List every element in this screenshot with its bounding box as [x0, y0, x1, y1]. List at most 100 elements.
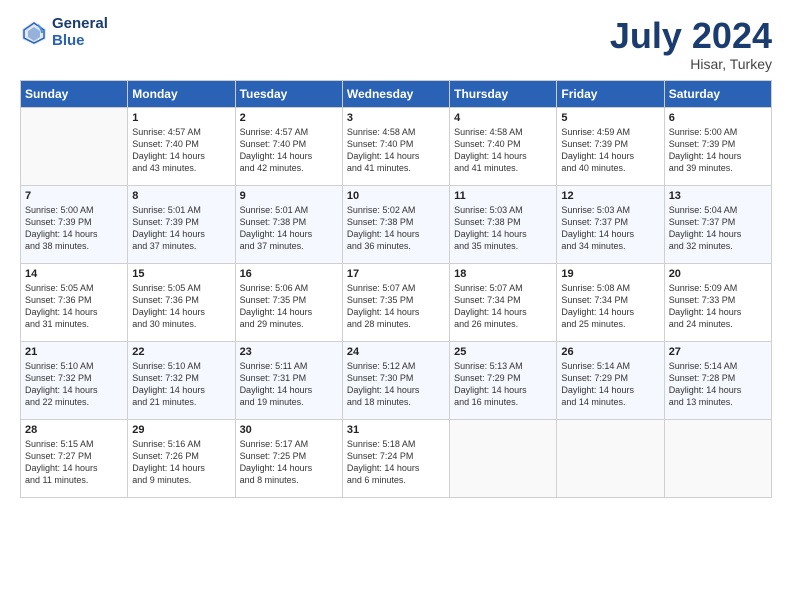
cell-content: Sunrise: 5:09 AM Sunset: 7:33 PM Dayligh… — [669, 282, 767, 331]
day-number: 12 — [561, 190, 659, 202]
header-day-friday: Friday — [557, 80, 664, 107]
day-number: 22 — [132, 346, 230, 358]
logo: General Blue — [20, 16, 108, 49]
day-number: 25 — [454, 346, 552, 358]
cell-content: Sunrise: 5:02 AM Sunset: 7:38 PM Dayligh… — [347, 204, 445, 253]
calendar-cell: 4 Sunrise: 4:58 AM Sunset: 7:40 PM Daylig… — [450, 107, 557, 185]
day-number: 29 — [132, 424, 230, 436]
day-number: 8 — [132, 190, 230, 202]
calendar-cell — [450, 419, 557, 497]
calendar-week-row: 21 Sunrise: 5:10 AM Sunset: 7:32 PM Dayli… — [21, 341, 772, 419]
day-number: 13 — [669, 190, 767, 202]
logo-icon — [20, 19, 48, 47]
calendar-cell: 21 Sunrise: 5:10 AM Sunset: 7:32 PM Dayli… — [21, 341, 128, 419]
cell-content: Sunrise: 5:18 AM Sunset: 7:24 PM Dayligh… — [347, 438, 445, 487]
calendar-cell: 10 Sunrise: 5:02 AM Sunset: 7:38 PM Dayli… — [342, 185, 449, 263]
header-day-wednesday: Wednesday — [342, 80, 449, 107]
day-number: 7 — [25, 190, 123, 202]
day-number: 5 — [561, 112, 659, 124]
day-number: 23 — [240, 346, 338, 358]
calendar-cell: 27 Sunrise: 5:14 AM Sunset: 7:28 PM Dayli… — [664, 341, 771, 419]
cell-content: Sunrise: 4:58 AM Sunset: 7:40 PM Dayligh… — [454, 126, 552, 175]
cell-content: Sunrise: 5:05 AM Sunset: 7:36 PM Dayligh… — [132, 282, 230, 331]
calendar-cell: 14Sunrise: 5:05 AM Sunset: 7:36 PM Dayli… — [21, 263, 128, 341]
cell-content: Sunrise: 4:57 AM Sunset: 7:40 PM Dayligh… — [240, 126, 338, 175]
calendar-cell: 6Sunrise: 5:00 AM Sunset: 7:39 PM Daylig… — [664, 107, 771, 185]
calendar-cell: 1Sunrise: 4:57 AM Sunset: 7:40 PM Daylig… — [128, 107, 235, 185]
calendar-week-row: 7 Sunrise: 5:00 AM Sunset: 7:39 PM Daylig… — [21, 185, 772, 263]
calendar-table: SundayMondayTuesdayWednesdayThursdayFrid… — [20, 80, 772, 498]
day-number: 24 — [347, 346, 445, 358]
calendar-week-row: 1Sunrise: 4:57 AM Sunset: 7:40 PM Daylig… — [21, 107, 772, 185]
cell-content: Sunrise: 5:00 AM Sunset: 7:39 PM Dayligh… — [25, 204, 123, 253]
day-number: 15 — [132, 268, 230, 280]
day-number: 14 — [25, 268, 123, 280]
calendar-cell: 16 Sunrise: 5:06 AM Sunset: 7:35 PM Dayli… — [235, 263, 342, 341]
calendar-cell: 9 Sunrise: 5:01 AM Sunset: 7:38 PM Daylig… — [235, 185, 342, 263]
cell-content: Sunrise: 5:03 AM Sunset: 7:38 PM Dayligh… — [454, 204, 552, 253]
calendar-cell — [664, 419, 771, 497]
calendar-cell: 22 Sunrise: 5:10 AM Sunset: 7:32 PM Dayli… — [128, 341, 235, 419]
cell-content: Sunrise: 5:01 AM Sunset: 7:38 PM Dayligh… — [240, 204, 338, 253]
day-number: 4 — [454, 112, 552, 124]
calendar-cell: 2Sunrise: 4:57 AM Sunset: 7:40 PM Daylig… — [235, 107, 342, 185]
cell-content: Sunrise: 5:10 AM Sunset: 7:32 PM Dayligh… — [132, 360, 230, 409]
calendar-cell: 30 Sunrise: 5:17 AM Sunset: 7:25 PM Dayli… — [235, 419, 342, 497]
calendar-cell: 29 Sunrise: 5:16 AM Sunset: 7:26 PM Dayli… — [128, 419, 235, 497]
day-number: 18 — [454, 268, 552, 280]
title-block: July 2024 Hisar, Turkey — [610, 16, 772, 72]
calendar-cell: 25 Sunrise: 5:13 AM Sunset: 7:29 PM Dayli… — [450, 341, 557, 419]
cell-content: Sunrise: 5:08 AM Sunset: 7:34 PM Dayligh… — [561, 282, 659, 331]
header: General Blue July 2024 Hisar, Turkey — [20, 16, 772, 72]
cell-content: Sunrise: 5:03 AM Sunset: 7:37 PM Dayligh… — [561, 204, 659, 253]
calendar-cell: 3 Sunrise: 4:58 AM Sunset: 7:40 PM Daylig… — [342, 107, 449, 185]
day-number: 21 — [25, 346, 123, 358]
day-number: 11 — [454, 190, 552, 202]
cell-content: Sunrise: 5:16 AM Sunset: 7:26 PM Dayligh… — [132, 438, 230, 487]
header-day-thursday: Thursday — [450, 80, 557, 107]
header-day-tuesday: Tuesday — [235, 80, 342, 107]
calendar-cell — [557, 419, 664, 497]
cell-content: Sunrise: 4:58 AM Sunset: 7:40 PM Dayligh… — [347, 126, 445, 175]
day-number: 3 — [347, 112, 445, 124]
day-number: 31 — [347, 424, 445, 436]
header-day-monday: Monday — [128, 80, 235, 107]
calendar-cell: 12 Sunrise: 5:03 AM Sunset: 7:37 PM Dayli… — [557, 185, 664, 263]
day-number: 27 — [669, 346, 767, 358]
day-number: 20 — [669, 268, 767, 280]
day-number: 10 — [347, 190, 445, 202]
cell-content: Sunrise: 5:06 AM Sunset: 7:35 PM Dayligh… — [240, 282, 338, 331]
day-number: 28 — [25, 424, 123, 436]
calendar-cell: 8Sunrise: 5:01 AM Sunset: 7:39 PM Daylig… — [128, 185, 235, 263]
cell-content: Sunrise: 5:07 AM Sunset: 7:34 PM Dayligh… — [454, 282, 552, 331]
cell-content: Sunrise: 5:17 AM Sunset: 7:25 PM Dayligh… — [240, 438, 338, 487]
cell-content: Sunrise: 5:14 AM Sunset: 7:29 PM Dayligh… — [561, 360, 659, 409]
calendar-cell: 20 Sunrise: 5:09 AM Sunset: 7:33 PM Dayli… — [664, 263, 771, 341]
header-day-sunday: Sunday — [21, 80, 128, 107]
calendar-cell: 26 Sunrise: 5:14 AM Sunset: 7:29 PM Dayli… — [557, 341, 664, 419]
cell-content: Sunrise: 5:14 AM Sunset: 7:28 PM Dayligh… — [669, 360, 767, 409]
cell-content: Sunrise: 5:15 AM Sunset: 7:27 PM Dayligh… — [25, 438, 123, 487]
logo-text: General Blue — [52, 16, 108, 49]
cell-content: Sunrise: 4:57 AM Sunset: 7:40 PM Dayligh… — [132, 126, 230, 175]
location-subtitle: Hisar, Turkey — [610, 56, 772, 72]
cell-content: Sunrise: 5:00 AM Sunset: 7:39 PM Dayligh… — [669, 126, 767, 175]
calendar-cell: 17Sunrise: 5:07 AM Sunset: 7:35 PM Dayli… — [342, 263, 449, 341]
cell-content: Sunrise: 5:13 AM Sunset: 7:29 PM Dayligh… — [454, 360, 552, 409]
day-number: 16 — [240, 268, 338, 280]
cell-content: Sunrise: 5:11 AM Sunset: 7:31 PM Dayligh… — [240, 360, 338, 409]
cell-content: Sunrise: 5:07 AM Sunset: 7:35 PM Dayligh… — [347, 282, 445, 331]
calendar-cell: 15 Sunrise: 5:05 AM Sunset: 7:36 PM Dayli… — [128, 263, 235, 341]
calendar-cell: 13Sunrise: 5:04 AM Sunset: 7:37 PM Dayli… — [664, 185, 771, 263]
day-number: 30 — [240, 424, 338, 436]
cell-content: Sunrise: 5:10 AM Sunset: 7:32 PM Dayligh… — [25, 360, 123, 409]
day-number: 26 — [561, 346, 659, 358]
day-number: 9 — [240, 190, 338, 202]
calendar-cell: 7 Sunrise: 5:00 AM Sunset: 7:39 PM Daylig… — [21, 185, 128, 263]
calendar-cell — [21, 107, 128, 185]
month-title: July 2024 — [610, 16, 772, 56]
cell-content: Sunrise: 5:12 AM Sunset: 7:30 PM Dayligh… — [347, 360, 445, 409]
day-number: 19 — [561, 268, 659, 280]
calendar-cell: 19 Sunrise: 5:08 AM Sunset: 7:34 PM Dayli… — [557, 263, 664, 341]
calendar-week-row: 28 Sunrise: 5:15 AM Sunset: 7:27 PM Dayli… — [21, 419, 772, 497]
